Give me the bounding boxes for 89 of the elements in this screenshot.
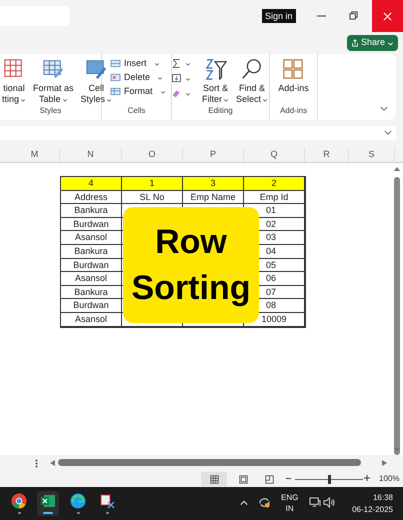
minimize-icon[interactable] — [317, 13, 326, 19]
browser-icon — [70, 493, 86, 509]
sum-icon — [171, 58, 182, 69]
minus-icon[interactable] — [286, 476, 291, 481]
ribbon-button[interactable]: Find & Select — [234, 54, 270, 105]
page-break-icon — [264, 474, 274, 484]
ribbon-button[interactable] — [171, 73, 191, 84]
chevron-icon — [384, 130, 392, 136]
caret-icon — [185, 90, 191, 96]
scroll-thumb[interactable] — [58, 459, 361, 466]
ribbon-button[interactable]: Format as Table — [31, 54, 76, 105]
browser-icon — [11, 493, 27, 509]
group-label: Add-ins — [278, 105, 308, 117]
table-cell: 2 — [244, 177, 305, 191]
table-cell: SL No — [122, 190, 183, 204]
caret-icon — [160, 88, 166, 94]
table-cell: 1 — [122, 177, 183, 191]
speaker-icon[interactable] — [323, 497, 335, 508]
page-layout-icon — [238, 474, 248, 484]
cell-brush-icon — [85, 58, 108, 80]
group-label: Cells — [126, 105, 146, 117]
table-cell: 3 — [183, 177, 244, 191]
table-cell: Asansol — [61, 272, 122, 286]
scroll-down-icon[interactable] — [393, 447, 401, 453]
group-label: Editing — [207, 105, 234, 117]
cells-icon — [110, 87, 121, 96]
title-text: Row — [155, 222, 227, 263]
caret-icon — [185, 76, 191, 82]
group-label: Styles — [38, 105, 62, 117]
scroll-thumb[interactable] — [394, 177, 400, 455]
fill-down-icon — [171, 73, 182, 84]
ribbon-button[interactable]: Sort & Filter — [200, 54, 231, 105]
grid-icon — [3, 58, 25, 80]
table-cell: Asansol — [61, 231, 122, 245]
table-cell: Emp Name — [183, 190, 244, 204]
ribbon-button[interactable] — [171, 58, 191, 69]
view-button[interactable] — [201, 472, 227, 486]
table-cell: Bankura — [61, 244, 122, 259]
restore-icon[interactable] — [349, 11, 358, 20]
zoom-level[interactable]: 100% — [379, 473, 400, 485]
taskbar-app[interactable] — [37, 491, 59, 516]
more-icon[interactable] — [35, 459, 38, 468]
table-cell: Bankura — [61, 286, 122, 300]
scroll-up-icon[interactable] — [393, 166, 401, 172]
spreadsheet-icon — [40, 493, 56, 509]
caret-icon — [387, 40, 394, 46]
caret-icon — [154, 60, 160, 66]
ribbon-button[interactable]: Add-ins — [276, 54, 311, 105]
caret-icon — [185, 60, 191, 66]
close-icon — [383, 12, 392, 20]
share-icon — [351, 39, 359, 47]
table-cell: Burdwan — [61, 218, 122, 232]
search-icon — [241, 58, 263, 80]
column-header[interactable]: R — [305, 147, 349, 162]
table-cell: 4 — [61, 177, 122, 191]
table-cell: Emp Id — [244, 190, 305, 204]
chevron-up-icon[interactable] — [240, 500, 248, 506]
normal-view-icon — [210, 474, 218, 484]
table-brush-icon — [42, 58, 64, 80]
sync-icon[interactable] — [258, 496, 271, 509]
share-button[interactable]: Share — [347, 35, 398, 51]
table-cell: Burdwan — [61, 258, 122, 272]
column-header[interactable]: O — [122, 147, 183, 162]
plus-icon[interactable] — [364, 475, 370, 481]
snipping-icon — [99, 493, 115, 509]
column-header[interactable]: P — [183, 147, 244, 162]
grid-icon — [282, 58, 304, 80]
clock[interactable]: 16:38 06-12-2025 — [352, 492, 393, 516]
close-button[interactable] — [372, 0, 403, 32]
column-header[interactable]: Q — [244, 147, 305, 162]
eraser-icon — [171, 88, 182, 99]
ribbon-button[interactable]: tional tting — [0, 54, 28, 105]
chevron-icon[interactable] — [380, 106, 388, 112]
language-indicator[interactable]: ENG IN — [281, 492, 298, 514]
table-cell: Burdwan — [61, 299, 122, 313]
column-header[interactable]: S — [349, 147, 395, 162]
cells-icon — [110, 59, 121, 68]
sort-filter-icon — [204, 58, 226, 80]
caret-icon — [157, 74, 164, 80]
sign-in-button[interactable]: Sign in — [262, 9, 296, 23]
scroll-left-icon[interactable] — [50, 460, 55, 466]
table-cell: Asansol — [61, 312, 122, 327]
scroll-right-icon[interactable] — [382, 460, 387, 466]
table-cell: Bankura — [61, 204, 122, 218]
column-header[interactable]: M — [10, 147, 60, 162]
cells-icon — [110, 73, 121, 82]
table-cell: Address — [61, 190, 122, 204]
network-icon[interactable] — [309, 497, 321, 508]
column-header[interactable]: N — [60, 147, 122, 162]
